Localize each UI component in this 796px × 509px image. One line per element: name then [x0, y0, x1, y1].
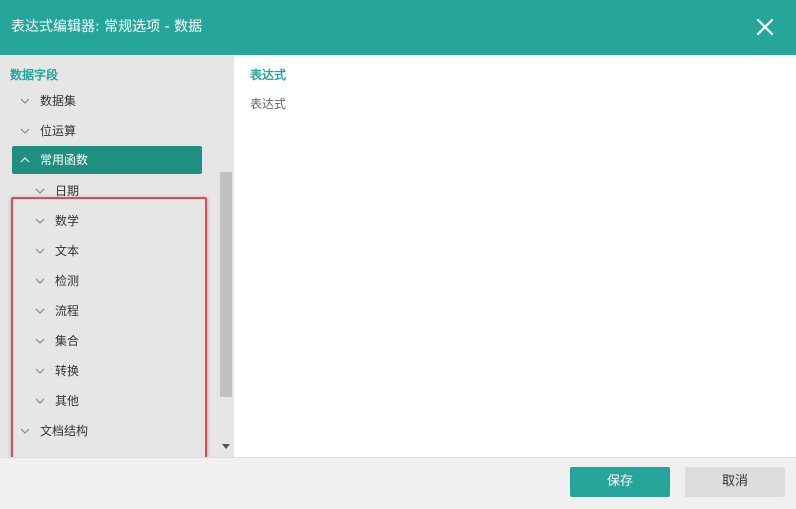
tree-item-label: 常用函数 [40, 153, 89, 167]
scroll-down-arrow-icon[interactable] [222, 442, 230, 450]
chevron-down-icon[interactable] [35, 187, 45, 195]
chevron-down-icon[interactable] [20, 97, 30, 105]
close-icon [756, 18, 774, 36]
tree-item[interactable]: 文档结构 [0, 417, 210, 445]
tree-item-label: 其他 [55, 394, 80, 408]
save-button[interactable]: 保存 [570, 467, 670, 497]
chevron-up-icon[interactable] [20, 156, 30, 164]
cancel-button[interactable]: 取消 [685, 467, 785, 497]
tree-item[interactable]: 集合 [0, 327, 210, 355]
tree-item-label: 文档结构 [40, 424, 89, 438]
tree-item[interactable]: 常用函数 [12, 146, 202, 174]
chevron-down-icon[interactable] [35, 247, 45, 255]
close-button[interactable] [751, 13, 779, 41]
chevron-down-icon[interactable] [35, 307, 45, 315]
tree-item-label: 日期 [55, 184, 80, 198]
expression-title: 表达式 [250, 68, 287, 82]
tree-item[interactable]: 检测 [0, 267, 210, 295]
data-fields-panel: 数据字段 数据集 位运算 常用函数 日期 数学 文本 检测 流程 集合 转换 其他 文档结构 [0, 55, 234, 457]
tree-item[interactable]: 流程 [0, 297, 210, 325]
chevron-down-icon[interactable] [35, 217, 45, 225]
chevron-down-icon[interactable] [35, 277, 45, 285]
expression-editor-dialog: 表达式编辑器: 常规选项 - 数据 数据字段 数据集 位运算 常用函数 日期 数学 文本检… [0, 0, 796, 509]
chevron-down-icon[interactable] [35, 337, 45, 345]
tree-item[interactable]: 转换 [0, 357, 210, 385]
tree-item-label: 流程 [55, 304, 80, 318]
chevron-down-icon[interactable] [35, 397, 45, 405]
chevron-down-icon[interactable] [20, 427, 30, 435]
title-bar: 表达式编辑器: 常规选项 - 数据 [0, 0, 796, 55]
tree-item-label: 位运算 [40, 124, 77, 138]
tree-item[interactable]: 日期 [0, 177, 210, 205]
dialog-footer: 保存 取消 [0, 457, 796, 509]
tree-item-label: 检测 [55, 274, 80, 288]
tree-item[interactable]: 文本 [0, 237, 210, 265]
expression-panel: 表达式 [234, 55, 796, 457]
tree-item-label: 数据集 [40, 94, 77, 108]
tree-item[interactable]: 位运算 [0, 117, 210, 145]
tree-item-label: 数学 [55, 214, 80, 228]
dialog-title: 表达式编辑器: 常规选项 - 数据 [11, 19, 203, 35]
tree-item[interactable]: 数学 [0, 207, 210, 235]
tree-item[interactable]: 其他 [0, 387, 210, 415]
tree-scrollbar[interactable] [218, 95, 234, 457]
chevron-down-icon[interactable] [35, 367, 45, 375]
tree-item[interactable]: 数据集 [0, 87, 210, 115]
tree-item-label: 转换 [55, 364, 80, 378]
tree-item-label: 文本 [55, 244, 80, 258]
expression-input[interactable] [250, 95, 780, 435]
data-fields-tree: 数据集位运算常用函数日期数学文本检测流程集合转换其他文档结构 [0, 55, 218, 457]
scrollbar-thumb[interactable] [220, 172, 232, 397]
chevron-down-icon[interactable] [20, 127, 30, 135]
tree-item-label: 集合 [55, 334, 80, 348]
